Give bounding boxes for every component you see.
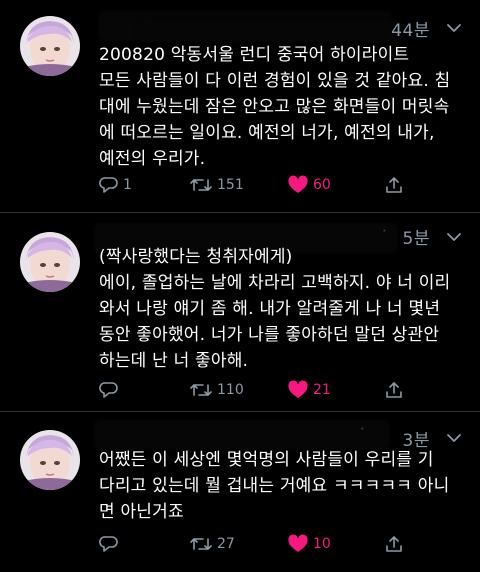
heart-icon xyxy=(288,380,308,398)
tweet-text-line: 에이, 졸업하는 날에 차라리 고백하지. 야 너 이리 xyxy=(99,273,451,293)
reply-icon xyxy=(99,177,118,193)
avatar[interactable] xyxy=(20,16,80,76)
tweet-timestamp[interactable]: 44분 xyxy=(391,16,430,41)
redacted-handle: · xyxy=(360,420,365,438)
like-count: 10 xyxy=(313,536,331,552)
redacted-username xyxy=(96,422,388,448)
reply-button[interactable] xyxy=(99,531,123,557)
redacted-handle: · xyxy=(382,222,387,240)
reply-button[interactable] xyxy=(99,377,123,403)
retweet-count: 110 xyxy=(217,382,244,398)
like-button[interactable]: 21 xyxy=(287,377,331,403)
tweet[interactable]: · 5분 (짝사랑했다는 청취자에게) 에이, 졸업하는 날에 차라리 고백하지… xyxy=(0,213,480,411)
tweet-text-line: 와서 나랑 얘기 좀 해. 내가 알려줄게 나 너 몇년 xyxy=(99,299,441,319)
retweet-button[interactable]: 27 xyxy=(189,531,235,557)
retweet-count: 27 xyxy=(217,536,235,552)
tweet-text-line: 면 아닌거죠 xyxy=(99,502,184,522)
tweet-text-line: (짝사랑했다는 청취자에게) xyxy=(99,247,293,267)
share-icon xyxy=(386,177,402,193)
tweet-text: 어쨌든 이 세상엔 몇억명의 사람들이 우리를 기 다리고 있는데 뭘 겁내는 … xyxy=(99,447,469,525)
tweet-text-line: 대에 누웠는데 잠은 안오고 많은 화면들이 머릿속 xyxy=(99,97,450,117)
share-icon xyxy=(386,536,402,552)
retweet-button[interactable]: 151 xyxy=(189,172,244,198)
tweet-text-line: 모든 사람들이 다 이런 경험이 있을 것 같아요. 침 xyxy=(99,71,451,91)
retweet-count: 151 xyxy=(217,177,244,193)
chevron-down-icon[interactable] xyxy=(444,18,464,38)
reply-icon xyxy=(99,536,118,552)
tweet-text-line: 동안 좋아했어. 너가 나를 좋아하던 말던 상관안 xyxy=(99,325,440,345)
like-count: 60 xyxy=(313,177,331,193)
reply-icon xyxy=(99,382,118,398)
tweet-text-line: 어쨌든 이 세상엔 몇억명의 사람들이 우리를 기 xyxy=(99,450,434,470)
share-icon xyxy=(386,382,402,398)
reply-button[interactable]: 1 xyxy=(99,172,132,198)
retweet-icon xyxy=(190,179,212,191)
tweet-text-line: 하는데 난 너 좋아해. xyxy=(99,351,249,371)
chevron-down-icon[interactable] xyxy=(444,428,464,448)
tweet-text: (짝사랑했다는 청취자에게) 에이, 졸업하는 날에 차라리 고백하지. 야 너… xyxy=(99,244,469,374)
tweet[interactable]: · 3분 어쨌든 이 세상엔 몇억명의 사람들이 우리를 기 다리고 있는데 뭘… xyxy=(0,412,480,572)
share-button[interactable] xyxy=(384,172,404,198)
retweet-icon xyxy=(190,538,212,550)
retweet-button[interactable]: 110 xyxy=(189,377,244,403)
like-button[interactable]: 10 xyxy=(287,531,331,557)
tweet-actions: 1 151 60 xyxy=(99,172,429,198)
share-button[interactable] xyxy=(384,531,404,557)
tweet-text-line: 다리고 있는데 뭘 겁내는 거예요 ㅋㅋㅋㅋㅋ 아니 xyxy=(99,476,450,496)
tweet[interactable]: 44분 200820 악동서울 런디 중국어 하이라이트 모든 사람들이 다 이… xyxy=(0,0,480,212)
avatar[interactable] xyxy=(20,232,80,292)
share-button[interactable] xyxy=(384,377,404,403)
retweet-icon xyxy=(190,384,212,396)
tweet-actions: 110 21 xyxy=(99,377,429,403)
redacted-handle xyxy=(140,22,400,40)
heart-icon xyxy=(288,175,308,193)
like-count: 21 xyxy=(313,382,331,398)
tweet-text-line: 200820 악동서울 런디 중국어 하이라이트 xyxy=(99,45,410,65)
tweet-actions: 27 10 xyxy=(99,531,429,557)
reply-count: 1 xyxy=(123,177,132,193)
avatar[interactable] xyxy=(20,430,80,490)
heart-icon xyxy=(288,534,308,552)
tweet-text-line: 예전의 우리가. xyxy=(99,149,206,169)
like-button[interactable]: 60 xyxy=(287,172,331,198)
tweet-text: 200820 악동서울 런디 중국어 하이라이트 모든 사람들이 다 이런 경험… xyxy=(99,42,469,172)
tweet-text-line: 에 떠오르는 일이요. 예전의 너가, 예전의 내가, xyxy=(99,123,435,143)
